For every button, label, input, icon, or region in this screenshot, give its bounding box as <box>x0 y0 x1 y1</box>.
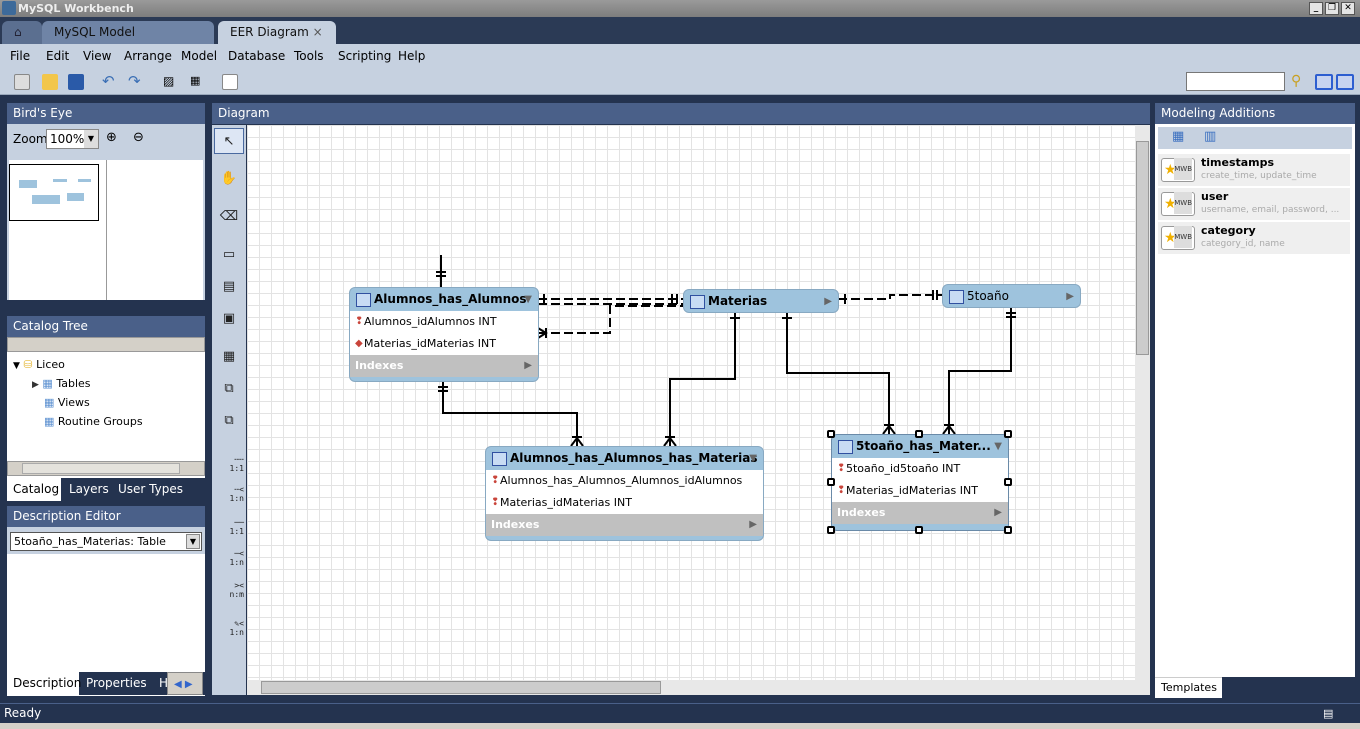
collapse-arrow-icon[interactable]: ▼ <box>524 288 532 311</box>
primary-key-icon: ❢ <box>491 497 500 508</box>
template-category[interactable]: ★ MWB category category_id, name <box>1158 222 1350 254</box>
relationship-line-dashed <box>838 294 942 300</box>
primary-key-icon: ❢ <box>355 316 364 327</box>
entity-materias[interactable]: Materias ▶ <box>683 289 839 313</box>
expand-arrow-icon: ▶ <box>994 507 1002 518</box>
output-toggle-icon[interactable]: ▤ <box>1323 704 1333 723</box>
resize-handle[interactable] <box>1004 526 1012 534</box>
entity-title: Alumnos_has_Alumnos_has_Materias <box>510 451 758 465</box>
relationship-line <box>948 307 1012 434</box>
entity-title: Materias <box>708 294 768 308</box>
edit-template-icon[interactable]: ▦ <box>1172 129 1184 144</box>
expand-arrow-icon[interactable]: ▶ <box>824 290 832 312</box>
new-template-icon[interactable]: ▥ <box>1204 129 1216 144</box>
template-user[interactable]: ★ MWB user username, email, password, ... <box>1158 188 1350 220</box>
relationship-line <box>786 312 890 434</box>
entity-title: 5toaño <box>967 289 1009 303</box>
resize-handle[interactable] <box>1004 478 1012 486</box>
indexes-section[interactable]: Indexes ▶ <box>350 355 538 377</box>
entity-5toano[interactable]: 5toaño ▶ <box>942 284 1081 308</box>
resize-handle[interactable] <box>827 430 835 438</box>
primary-key-icon: ❢ <box>837 485 846 496</box>
star-template-icon: ★ MWB <box>1161 192 1195 216</box>
indexes-section[interactable]: Indexes ▶ <box>832 502 1008 524</box>
relationship-line-dashed <box>538 305 683 334</box>
primary-key-icon: ❢ <box>491 475 500 486</box>
column-row[interactable]: ❢ Alumnos_idAlumnos INT <box>350 311 538 333</box>
expand-arrow-icon: ▶ <box>524 360 532 371</box>
column-row[interactable]: ◆ Materias_idMaterias INT <box>350 333 538 355</box>
star-template-icon: ★ MWB <box>1161 226 1195 250</box>
entity-title: Alumnos_has_Alumnos <box>374 292 527 306</box>
indexes-section[interactable]: Indexes ▶ <box>486 514 763 536</box>
resize-handle[interactable] <box>915 430 923 438</box>
status-text: Ready <box>4 706 42 720</box>
column-row[interactable]: ❢ Materias_idMaterias INT <box>486 492 763 514</box>
resize-handle[interactable] <box>827 478 835 486</box>
expand-arrow-icon: ▶ <box>749 519 757 530</box>
tab-templates[interactable]: Templates <box>1155 677 1222 698</box>
entity-5toano-has-materias[interactable]: 5toaño_has_Mater... ▼ ❢ 5toaño_id5toaño IN… <box>831 434 1009 531</box>
modeling-title: Modeling Additions <box>1155 103 1355 124</box>
resize-handle[interactable] <box>827 526 835 534</box>
column-row[interactable]: ❢ 5toaño_id5toaño INT <box>832 458 1008 480</box>
entity-title: 5toaño_has_Mater... <box>856 439 991 453</box>
column-row[interactable]: ❢Alumnos_has_Alumnos_Alumnos_idAlumnos I… <box>486 470 763 509</box>
star-template-icon: ★ MWB <box>1161 158 1195 182</box>
template-timestamps[interactable]: ★ MWB timestamps create_time, update_time <box>1158 154 1350 186</box>
primary-key-icon: ❢ <box>837 463 846 474</box>
entity-alumnos-has-alumnos-has-materias[interactable]: Alumnos_has_Alumnos_has_Materias ▼ ❢ Alumn… <box>485 446 764 541</box>
column-row[interactable]: ❢ Materias_idMaterias INT <box>832 480 1008 502</box>
resize-handle[interactable] <box>915 526 923 534</box>
resize-handle[interactable] <box>1004 430 1012 438</box>
relationship-line <box>669 312 736 446</box>
collapse-arrow-icon[interactable]: ▼ <box>994 435 1002 458</box>
expand-arrow-icon[interactable]: ▶ <box>1066 285 1074 307</box>
foreign-key-icon: ◆ <box>355 338 363 349</box>
collapse-arrow-icon[interactable]: ▼ <box>749 447 757 470</box>
entity-alumnos-has-alumnos[interactable]: Alumnos_has_Alumnos ▼ ❢ Alumnos_idAlumnos … <box>349 287 539 382</box>
relationship-line <box>442 381 578 446</box>
status-bar: Ready ▤ <box>0 703 1360 723</box>
